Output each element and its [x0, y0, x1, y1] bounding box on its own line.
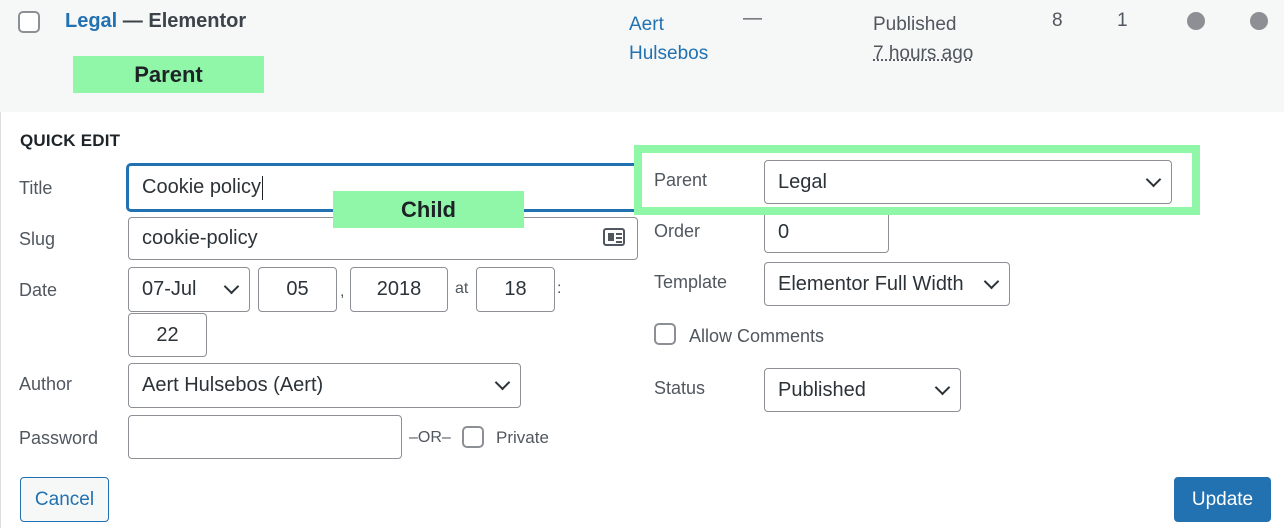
chevron-down-icon — [934, 379, 951, 395]
year-input[interactable]: 2018 — [350, 267, 448, 312]
date-comma: , — [340, 283, 345, 300]
allow-comments-checkbox[interactable] — [654, 323, 676, 345]
parent-select-value: Legal — [778, 170, 827, 193]
day-input-value: 05 — [286, 278, 309, 300]
row-author-link[interactable]: Aert Hulsebos — [629, 10, 708, 68]
title-input-value: Cookie policy — [142, 176, 261, 198]
row-status-text: Published — [873, 14, 957, 35]
order-input[interactable]: 0 — [764, 211, 889, 253]
chevron-down-icon — [1145, 171, 1162, 187]
slug-input-value: cookie-policy — [142, 227, 258, 249]
row-author-last: Hulsebos — [629, 43, 709, 64]
author-label: Author — [19, 374, 73, 394]
or-separator: –OR– — [409, 429, 451, 446]
text-caret — [261, 175, 263, 200]
template-select[interactable]: Elementor Full Width — [764, 262, 1010, 306]
minute-input-value: 22 — [156, 323, 179, 346]
order-label: Order — [654, 221, 701, 241]
date-at: at — [455, 280, 469, 297]
row-time-ago: 7 hours ago — [873, 43, 974, 64]
cancel-button[interactable]: Cancel — [20, 477, 109, 522]
row-count-2: 1 — [1117, 10, 1128, 31]
author-select-value: Aert Hulsebos (Aert) — [142, 374, 324, 396]
title-label: Title — [19, 178, 53, 198]
status-dot-icon — [1250, 12, 1268, 30]
slug-label: Slug — [19, 229, 56, 249]
time-colon: : — [557, 280, 562, 297]
row-title-suffix: — Elementor — [117, 10, 247, 32]
status-select[interactable]: Published — [764, 368, 961, 412]
year-input-value: 2018 — [376, 278, 422, 300]
password-label: Password — [19, 428, 99, 448]
row-date: Published 7 hours ago — [873, 10, 973, 68]
status-label: Status — [654, 378, 706, 398]
chevron-down-icon — [494, 374, 511, 391]
day-input[interactable]: 05 — [258, 267, 337, 312]
chevron-down-icon — [223, 278, 240, 295]
minute-input[interactable]: 22 — [128, 313, 207, 357]
row-author-first: Aert — [629, 14, 664, 35]
template-select-value: Elementor Full Width — [778, 272, 964, 295]
private-checkbox[interactable] — [462, 426, 484, 448]
parent-label: Parent — [654, 170, 708, 190]
update-button[interactable]: Update — [1174, 477, 1271, 522]
month-select-value: 07-Jul — [142, 278, 197, 300]
hour-input[interactable]: 18 — [476, 267, 555, 312]
date-label: Date — [19, 280, 58, 300]
status-dot-icon — [1187, 12, 1205, 30]
hour-input-value: 18 — [504, 278, 527, 300]
row-count-1: 8 — [1052, 10, 1063, 31]
contact-card-icon — [603, 228, 625, 246]
order-input-value: 0 — [778, 220, 790, 243]
annotation-child: Child — [333, 191, 524, 228]
month-select[interactable]: 07-Jul — [128, 267, 250, 312]
allow-comments-label: Allow Comments — [689, 326, 825, 346]
row-title: Legal — Elementor — [65, 10, 246, 33]
row-categories: — — [743, 8, 762, 29]
row-title-link[interactable]: Legal — [65, 10, 117, 32]
quick-edit-heading: QUICK EDIT — [20, 131, 121, 150]
private-label: Private — [496, 428, 549, 447]
password-input[interactable] — [128, 415, 402, 459]
chevron-down-icon — [983, 273, 1000, 289]
author-select[interactable]: Aert Hulsebos (Aert) — [128, 363, 521, 408]
row-select-checkbox[interactable] — [18, 11, 40, 33]
annotation-parent: Parent — [73, 56, 264, 93]
parent-select[interactable]: Legal — [764, 160, 1172, 204]
template-label: Template — [654, 272, 728, 292]
status-select-value: Published — [778, 378, 866, 401]
